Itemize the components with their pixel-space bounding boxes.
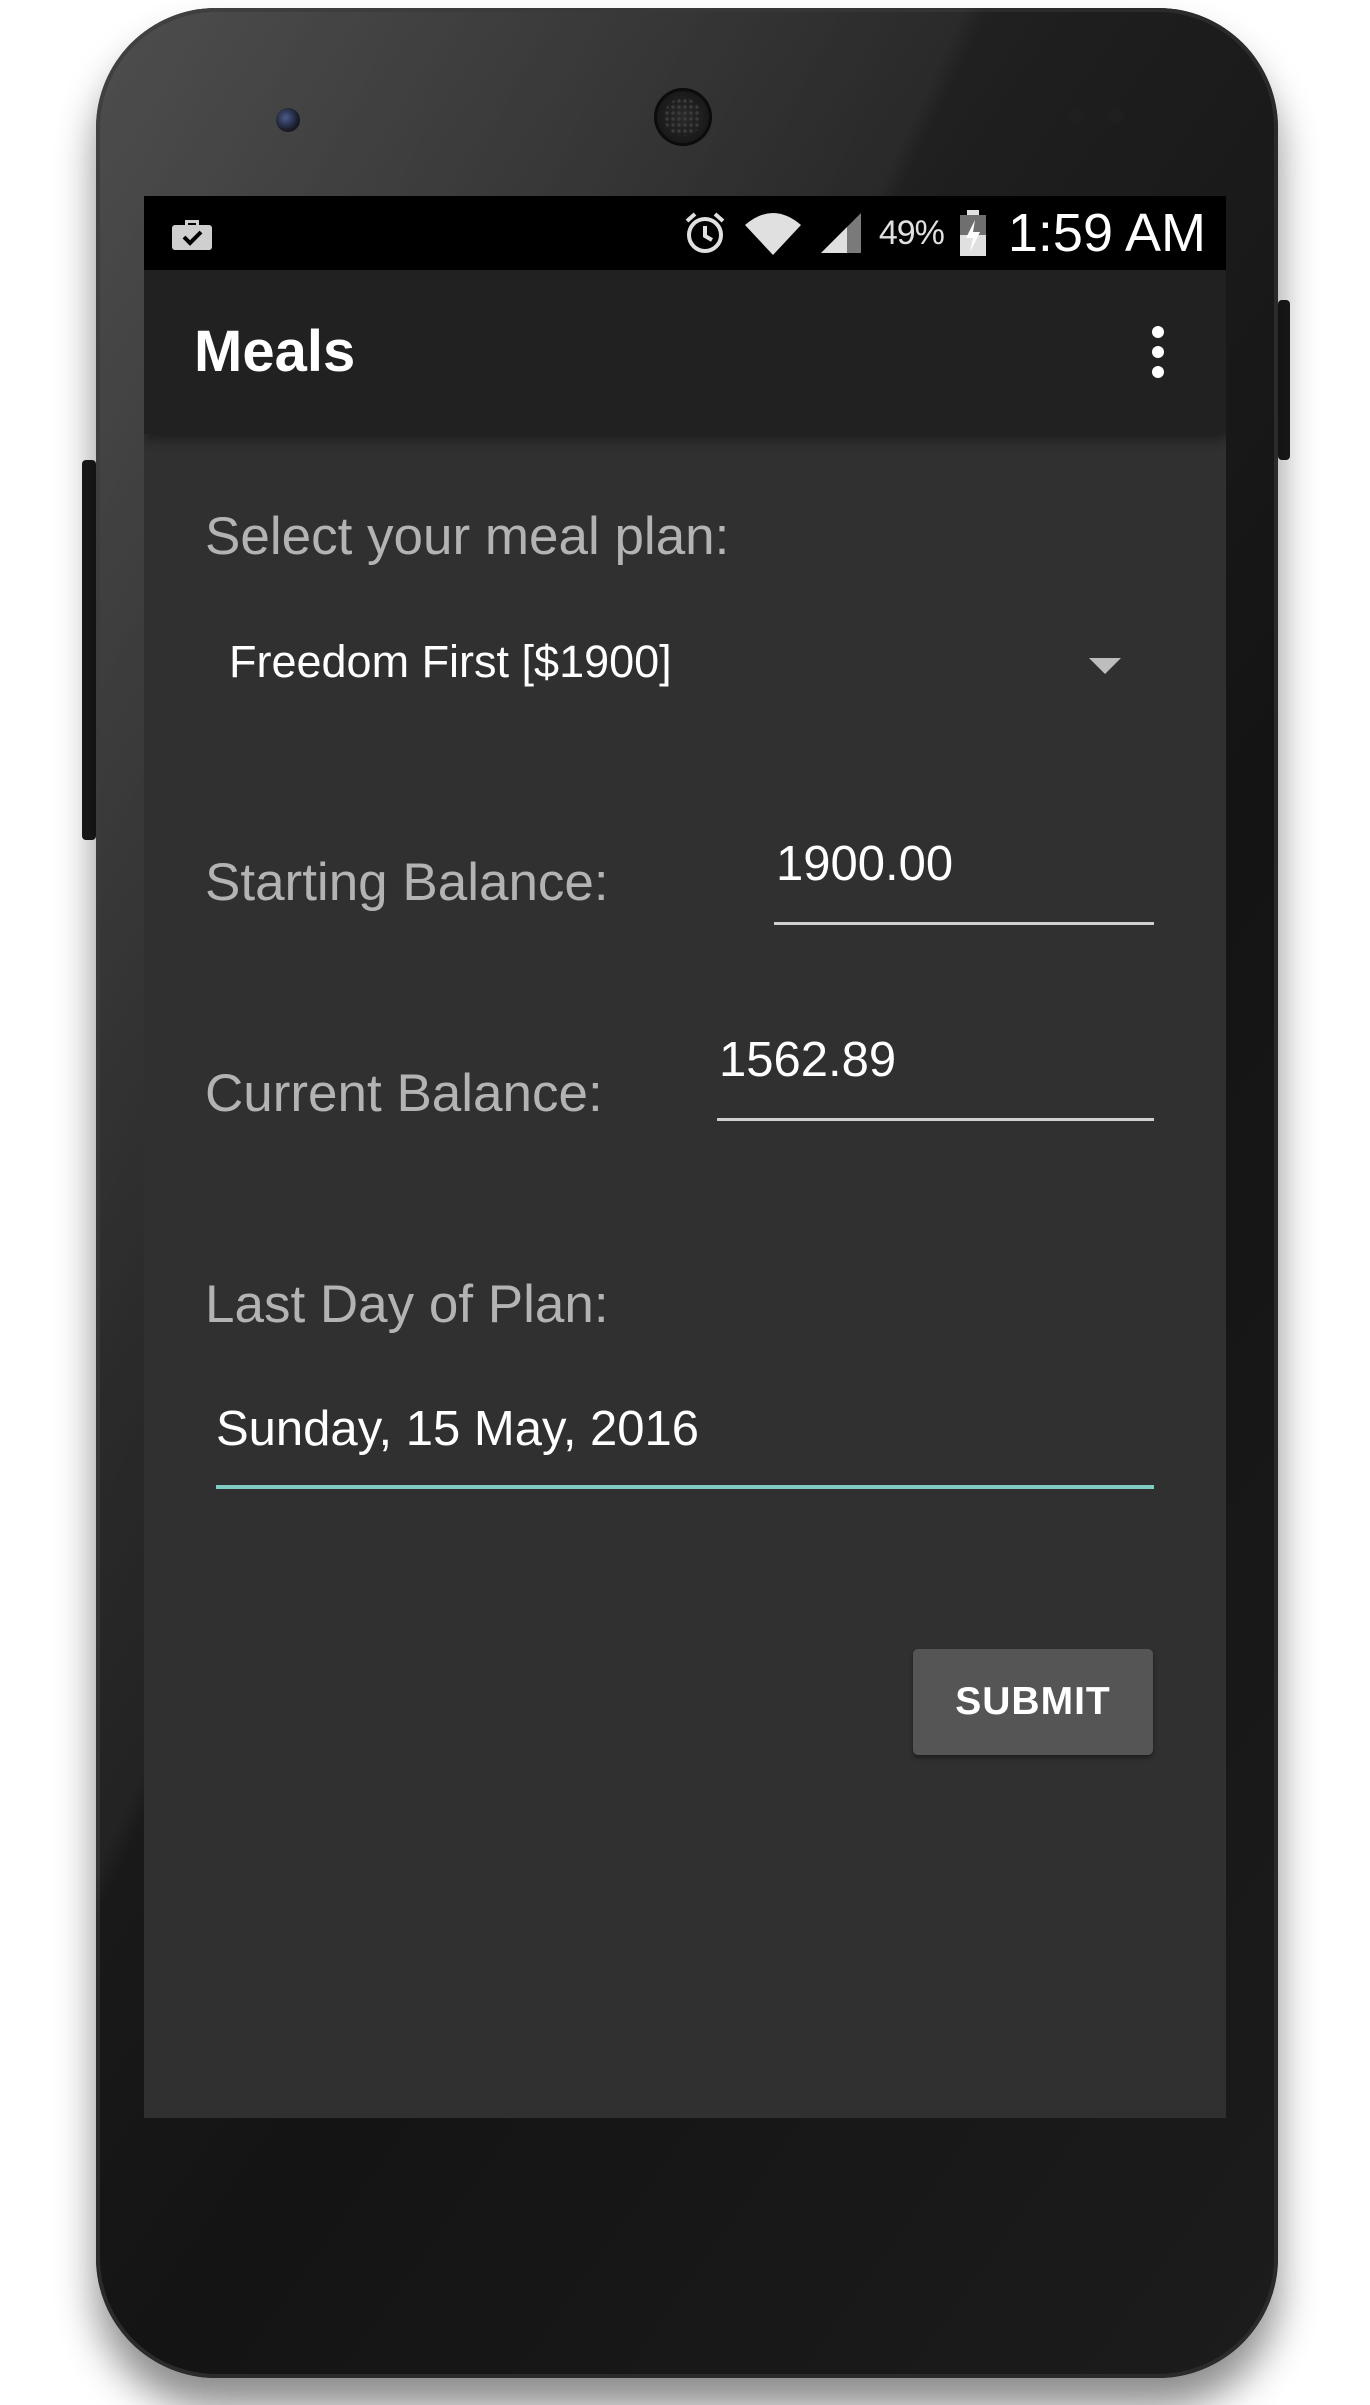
meal-plan-label: Select your meal plan: [205, 507, 730, 566]
front-camera-icon [276, 108, 300, 132]
cell-signal-icon [817, 209, 865, 257]
meal-plan-selected: Freedom First [$1900] [229, 636, 672, 687]
starting-balance-underline [774, 922, 1154, 925]
starting-balance-label: Starting Balance: [205, 853, 609, 912]
light-sensor-icon [1108, 108, 1124, 124]
status-icons: 49% 1:59 AM [681, 196, 1206, 270]
last-day-field[interactable]: Sunday, 15 May, 2016 [216, 1391, 1154, 1501]
proximity-sensor-icon [1068, 108, 1084, 124]
last-day-label: Last Day of Plan: [205, 1275, 609, 1334]
current-balance-underline [717, 1118, 1154, 1121]
meal-plan-spinner[interactable]: Freedom First [$1900] [205, 616, 1165, 716]
last-day-underline [216, 1485, 1154, 1489]
alarm-clock-icon [681, 209, 729, 257]
battery-charging-icon [958, 208, 988, 258]
wifi-icon [743, 209, 803, 257]
power-button [1278, 300, 1290, 460]
app-bar: Meals [144, 270, 1226, 434]
app-screen: 49% 1:59 AM Meals Select your meal plan:… [144, 196, 1226, 2118]
current-balance-value: 1562.89 [719, 1033, 897, 1087]
work-briefcase-check-icon [172, 220, 212, 250]
app-title: Meals [194, 319, 356, 384]
starting-balance-field[interactable]: 1900.00 [774, 826, 1154, 936]
dropdown-arrow-icon [1089, 658, 1121, 674]
status-clock: 1:59 AM [1007, 203, 1206, 263]
battery-percent: 49% [878, 213, 945, 252]
submit-button[interactable]: SUBMIT [913, 1649, 1153, 1755]
more-vert-icon[interactable] [1148, 324, 1168, 380]
starting-balance-value: 1900.00 [776, 837, 954, 891]
current-balance-field[interactable]: 1562.89 [717, 1022, 1154, 1132]
last-day-value: Sunday, 15 May, 2016 [216, 1402, 700, 1456]
earpiece-speaker-icon [654, 88, 712, 146]
current-balance-label: Current Balance: [205, 1064, 603, 1123]
volume-button [82, 460, 96, 840]
status-bar: 49% 1:59 AM [144, 196, 1226, 270]
